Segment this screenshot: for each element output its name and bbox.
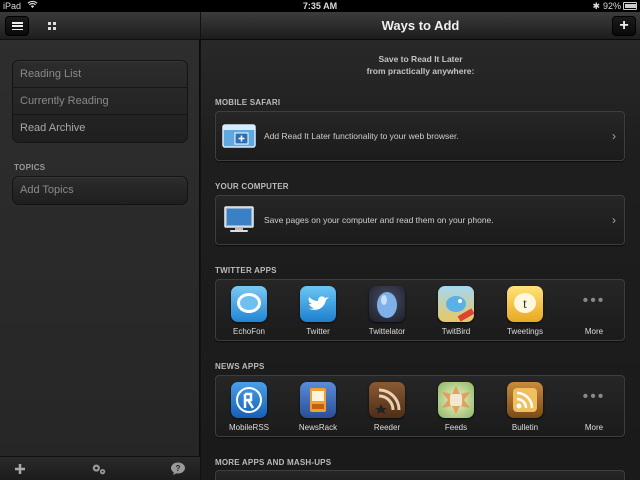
- app-label: Reeder: [373, 423, 401, 432]
- reeder-icon: [369, 382, 405, 418]
- app-label: Twittelator: [368, 327, 406, 336]
- app-twittelator[interactable]: Twittelator: [362, 286, 412, 336]
- app-bulletin[interactable]: Bulletin: [500, 382, 550, 432]
- section-title-more-apps: MORE APPS AND MASH-UPS: [215, 458, 332, 467]
- app-label: NewsRack: [298, 423, 338, 432]
- topics-header: TOPICS: [14, 163, 46, 172]
- echofon-icon: [231, 286, 267, 322]
- main-toolbar: Ways to Add +: [201, 12, 640, 40]
- your-computer-row[interactable]: Save pages on your computer and read the…: [215, 195, 625, 245]
- section-title-twitter-apps: TWITTER APPS: [215, 266, 277, 275]
- twitbird-icon: [438, 286, 474, 322]
- app-label: Twitter: [306, 327, 330, 336]
- grid-icon: [48, 22, 56, 30]
- app-label: More: [584, 423, 604, 432]
- reading-list-group: Reading List Currently Reading Read Arch…: [12, 60, 188, 143]
- app-twitbird[interactable]: TwitBird: [431, 286, 481, 336]
- egg-icon: [369, 286, 405, 322]
- twitter-apps-card: EchoFon Twitter Twittelator TwitBird t T…: [215, 279, 625, 341]
- status-bar: iPad 7:35 AM ✱ 92%: [0, 0, 640, 12]
- gears-icon[interactable]: [91, 461, 107, 477]
- mobile-safari-row[interactable]: Add Read It Later functionality to your …: [215, 111, 625, 161]
- app-label: TwitBird: [441, 327, 471, 336]
- main-panel: Ways to Add + Save to Read It Later from…: [201, 12, 640, 480]
- intro-line-2: from practically anywhere:: [366, 66, 475, 76]
- grid-view-button[interactable]: [40, 16, 64, 36]
- svg-text:t: t: [523, 297, 527, 312]
- more-dots-icon: •••: [582, 388, 606, 405]
- your-computer-text: Save pages on your computer and read the…: [264, 215, 494, 225]
- clock: 7:35 AM: [302, 1, 338, 11]
- section-title-your-computer: YOUR COMPUTER: [215, 182, 289, 191]
- more-dots-icon: •••: [582, 292, 606, 309]
- hamburger-icon: [11, 22, 23, 30]
- app-feeds[interactable]: Feeds: [431, 382, 481, 432]
- intro-text: Save to Read It Later from practically a…: [201, 53, 640, 77]
- sidebar-item-read-archive[interactable]: Read Archive: [13, 115, 187, 142]
- chevron-right-icon: ›: [612, 213, 616, 227]
- more-news-apps-button[interactable]: ••• More: [569, 382, 619, 432]
- app-label: Feeds: [444, 423, 468, 432]
- tweetings-icon: t: [507, 286, 543, 322]
- svg-text:?: ?: [176, 464, 181, 473]
- bluetooth-icon: ✱: [592, 1, 600, 11]
- twitter-bird-icon: [300, 286, 336, 322]
- app-label: Bulletin: [511, 423, 539, 432]
- sidebar-item-add-topics[interactable]: Add Topics: [13, 177, 187, 204]
- app-echofon[interactable]: EchoFon: [224, 286, 274, 336]
- sidebar: Reading List Currently Reading Read Arch…: [0, 12, 200, 480]
- section-title-news-apps: NEWS APPS: [215, 362, 265, 371]
- sidebar-bottom-toolbar: ?: [0, 456, 200, 480]
- app-label: MobileRSS: [228, 423, 269, 432]
- app-tweetings[interactable]: t Tweetings: [500, 286, 550, 336]
- intro-line-1: Save to Read It Later: [378, 54, 463, 64]
- mobile-safari-text: Add Read It Later functionality to your …: [264, 131, 459, 141]
- app-newsrack[interactable]: NewsRack: [293, 382, 343, 432]
- app-twitter[interactable]: Twitter: [293, 286, 343, 336]
- page-title: Ways to Add: [381, 18, 460, 33]
- help-icon[interactable]: ?: [170, 461, 186, 477]
- plus-icon[interactable]: [12, 461, 28, 477]
- newsrack-icon: [300, 382, 336, 418]
- battery-percent: 92%: [602, 1, 621, 11]
- mobilerss-icon: [231, 382, 267, 418]
- app-label: More: [584, 327, 604, 336]
- app-label: Tweetings: [506, 327, 544, 336]
- section-title-mobile-safari: MOBILE SAFARI: [215, 98, 281, 107]
- sidebar-item-currently-reading[interactable]: Currently Reading: [13, 88, 187, 115]
- app-label: EchoFon: [232, 327, 266, 336]
- battery-icon: [623, 2, 637, 10]
- app-mobilerss[interactable]: MobileRSS: [224, 382, 274, 432]
- more-twitter-apps-button[interactable]: ••• More: [569, 286, 619, 336]
- topics-group: Add Topics: [12, 176, 188, 205]
- chevron-right-icon: ›: [612, 129, 616, 143]
- browser-window-icon: [222, 124, 256, 148]
- computer-monitor-icon: [224, 206, 254, 232]
- sidebar-toolbar: [0, 12, 200, 40]
- app-reeder[interactable]: Reeder: [362, 382, 412, 432]
- sidebar-item-reading-list[interactable]: Reading List: [13, 61, 187, 88]
- menu-button[interactable]: [5, 16, 29, 36]
- more-apps-card: [215, 470, 625, 480]
- feeds-icon: [438, 382, 474, 418]
- add-button[interactable]: +: [612, 16, 636, 36]
- bulletin-rss-icon: [507, 382, 543, 418]
- news-apps-card: MobileRSS NewsRack Reeder Feeds Bulletin: [215, 375, 625, 437]
